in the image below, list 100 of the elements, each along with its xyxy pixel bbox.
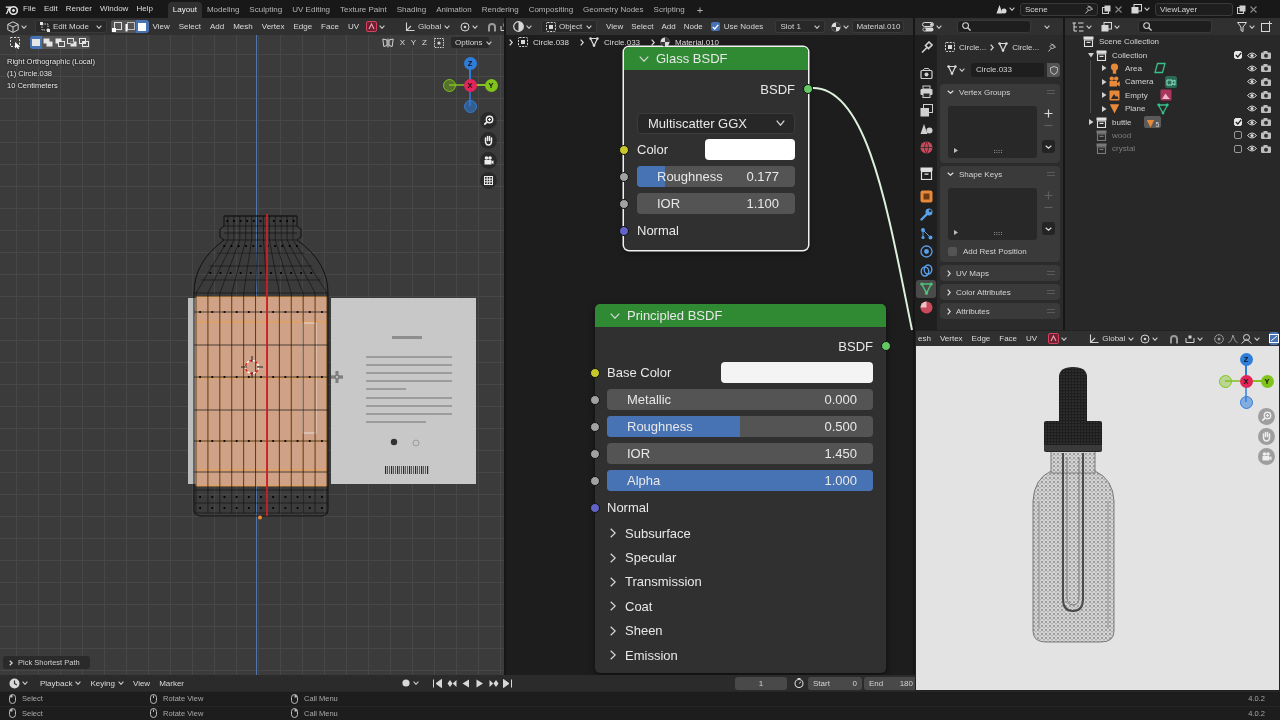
number-field[interactable]: IOR 1.100 [637,193,795,214]
menu-item[interactable]: Vertex [261,22,285,31]
next-keyframe-icon[interactable] [489,678,500,688]
socket-icon[interactable] [590,475,600,486]
select-mode-button[interactable] [136,20,149,33]
slider-field[interactable]: Roughness 0.500 [607,416,873,437]
menu-item[interactable]: Select [631,22,654,31]
breadcrumb-item[interactable]: Circle... [959,42,987,52]
node-header[interactable]: Principled BSDF [595,304,886,327]
expand-icon[interactable] [954,230,958,235]
workspace-tab[interactable]: Animation [431,2,477,18]
socket-icon[interactable] [619,171,629,182]
workspace-tab[interactable]: Scripting [648,2,690,18]
socket-icon[interactable] [619,198,629,209]
jump-end-icon[interactable] [503,678,514,688]
search-field[interactable] [957,20,1031,33]
breadcrumb-item[interactable]: Circle... [1012,42,1040,52]
panel-toggle[interactable]: Coat [595,594,886,619]
node-editor-canvas[interactable] [506,35,913,675]
previous-keyframe-icon[interactable] [447,678,458,688]
workspace-tab[interactable]: Sculpting [244,2,288,18]
menu-dropdown[interactable]: Playback [40,678,82,688]
eye-icon[interactable] [1247,91,1257,99]
workspace-tab[interactable]: Modeling [201,2,245,18]
stopwatch-icon[interactable] [794,678,805,688]
menu-item[interactable]: esh [918,334,931,343]
menu-item[interactable]: UV [347,22,360,31]
collapsed-arrow-icon[interactable] [1101,105,1107,112]
menu-item[interactable]: File [23,2,36,16]
menu-item[interactable]: Face [321,22,339,31]
add-workspace-button[interactable]: + [689,2,711,18]
expanded-arrow-icon[interactable] [1088,52,1094,59]
current-frame-field[interactable]: 1 [735,676,788,690]
axis-handle[interactable] [1218,374,1232,388]
menu-item[interactable]: View [132,678,151,688]
socket-icon[interactable] [590,421,600,432]
dashed-square-icon[interactable] [434,37,444,48]
outliner-item[interactable]: Camera [1125,77,1154,87]
menu-item[interactable]: View [152,22,170,31]
panel-toggle[interactable]: Emission [595,642,886,668]
outliner-item[interactable]: buttle [1112,117,1132,127]
copy-icon[interactable] [1102,4,1111,14]
camera-icon[interactable] [1261,91,1271,100]
magnet-icon[interactable] [487,21,498,32]
panel-toggle[interactable]: Transmission [595,569,886,595]
slot-dropdown[interactable]: Slot 1 [775,20,826,33]
list-menu-button[interactable] [1042,140,1055,153]
workspace-tab[interactable]: Texture Paint [335,2,392,18]
eye-icon[interactable] [1247,78,1257,86]
menu-item[interactable]: Mesh [233,22,253,31]
collapsed-arrow-icon[interactable] [1101,65,1107,72]
orientation-dropdown[interactable]: Global [1086,333,1138,344]
outliner-item[interactable]: Empty [1125,90,1148,100]
distribution-dropdown[interactable]: Multiscatter GGX [637,112,795,134]
panel-toggle[interactable]: Specular [595,545,886,570]
pin-icon[interactable] [1048,42,1056,52]
object-type-dropdown[interactable]: Object [541,20,597,33]
menu-item[interactable]: Marker [159,678,185,688]
menu-item[interactable]: Add [661,22,676,31]
properties-tab[interactable] [916,279,936,298]
movie-camera-icon[interactable] [480,152,497,169]
panel-header[interactable]: Color Attributes [940,284,1060,300]
workspace-tab[interactable]: Shading [391,2,432,18]
panel-header[interactable]: Vertex Groups [940,84,1060,100]
panel-header[interactable]: UV Maps [940,265,1060,281]
breadcrumb-item[interactable]: Material.010 [675,37,720,47]
socket-icon[interactable] [590,367,600,378]
panel-header[interactable]: Attributes [940,303,1060,319]
selection-mode-button[interactable] [66,36,78,49]
workspace-tab[interactable]: UV Editing [287,2,336,18]
menu-item[interactable]: Edit [43,2,58,16]
menu-item[interactable]: Vertex [939,334,963,343]
mirror-icon[interactable] [382,37,394,48]
menu-item[interactable]: Select [178,22,201,31]
parallelogram-icon[interactable] [1153,62,1166,75]
outliner-item[interactable]: Collection [1112,50,1148,60]
record-button[interactable] [402,679,420,687]
zoom-icon[interactable] [480,112,497,129]
fake-user-button[interactable] [1047,63,1060,77]
new-collection-icon[interactable] [1261,21,1272,32]
select-box-icon[interactable] [10,36,22,49]
select-mode-button[interactable] [111,20,124,33]
checkbox[interactable] [1234,131,1242,140]
socket-icon[interactable] [619,144,629,155]
bottle-wireframe[interactable] [193,215,329,517]
outliner-item[interactable]: crystal [1112,144,1136,154]
grid-icon[interactable] [480,172,497,189]
socket-icon[interactable] [803,84,813,94]
workspace-tab[interactable]: Compositing [523,2,579,18]
menu-item[interactable]: View [606,22,624,31]
collapsed-arrow-icon[interactable] [1101,92,1107,99]
slider-field[interactable]: Alpha 1.000 [607,470,873,491]
collapsed-arrow-icon[interactable] [1101,78,1107,85]
menu-item[interactable]: Face [999,334,1018,343]
list-menu-button[interactable] [1042,222,1055,235]
close-icon[interactable] [1115,5,1122,13]
camera-icon[interactable] [1261,131,1271,140]
proportional-edit-icon[interactable] [1214,333,1225,344]
collapsed-arrow-icon[interactable] [1088,119,1094,126]
resize-grip-icon[interactable] [994,150,1002,153]
